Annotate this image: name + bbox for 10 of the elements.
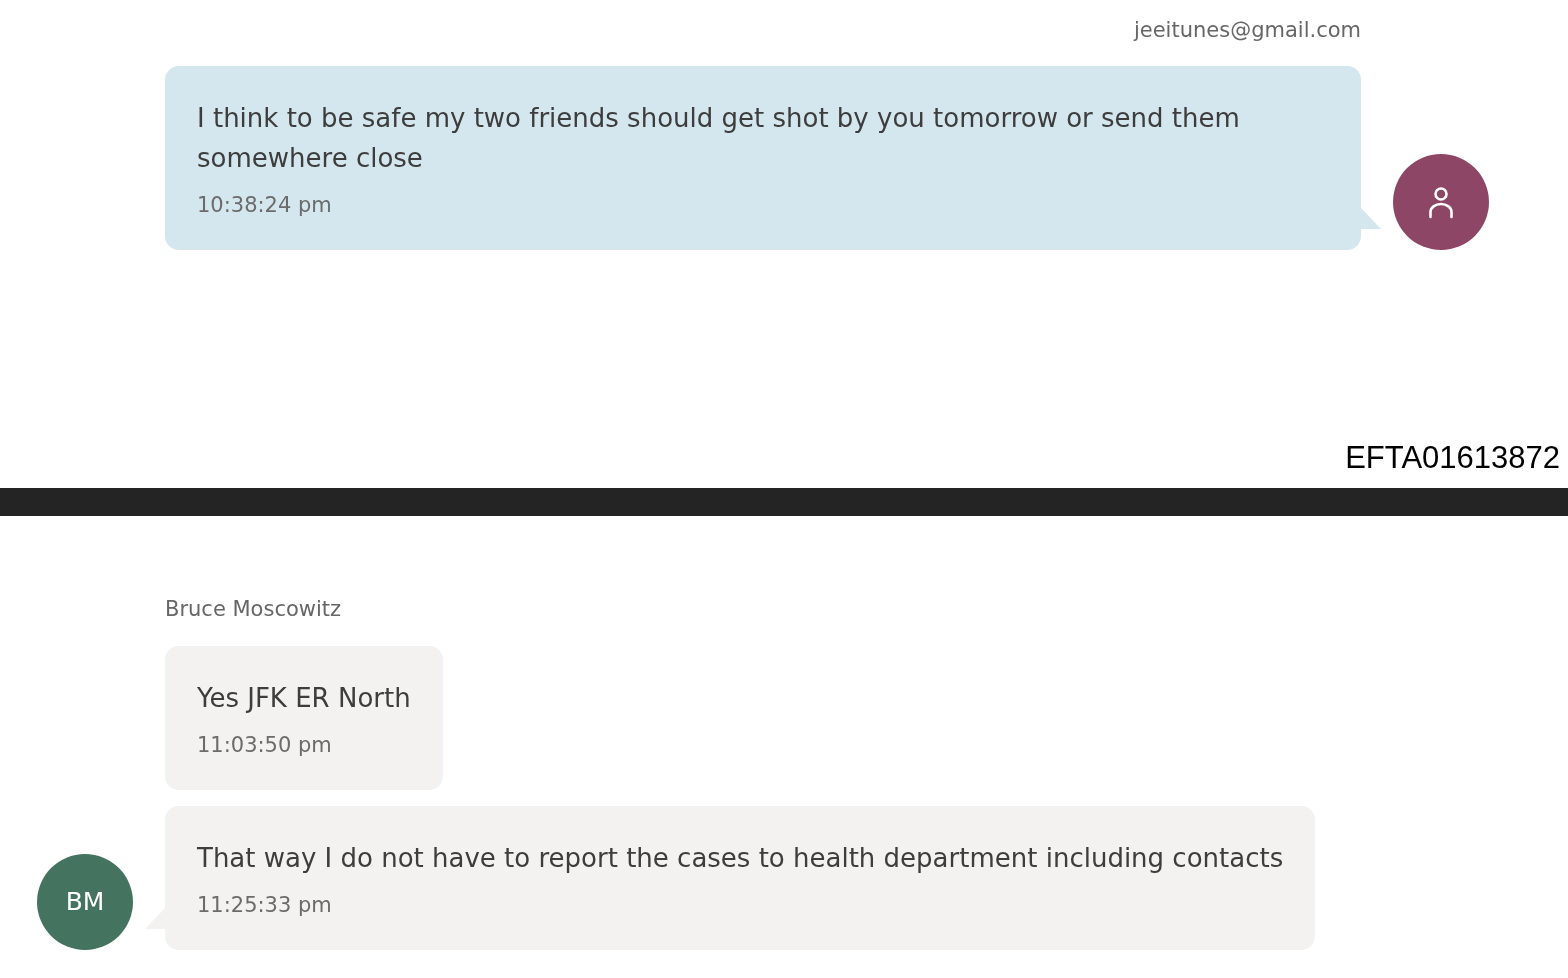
message-time: 10:38:24 pm [197,192,333,219]
message-time: 11:03:50 pm [197,732,333,759]
document-number: EFTA01613872 [1345,441,1560,475]
message-text: That way I do not have to report the cases to health department including contacts [197,842,1284,875]
message-time: 11:25:33 pm [197,892,333,919]
user-avatar: BM [37,854,133,950]
sender-name: jeeitunes@gmail.com [1133,17,1361,44]
sender-name: Bruce Moscowitz [165,596,342,623]
message-text: I think to be safe my two friends should get shot by you tomorrow or send them somewhere close [197,102,1241,175]
message-text: Yes JFK ER North [197,682,411,715]
